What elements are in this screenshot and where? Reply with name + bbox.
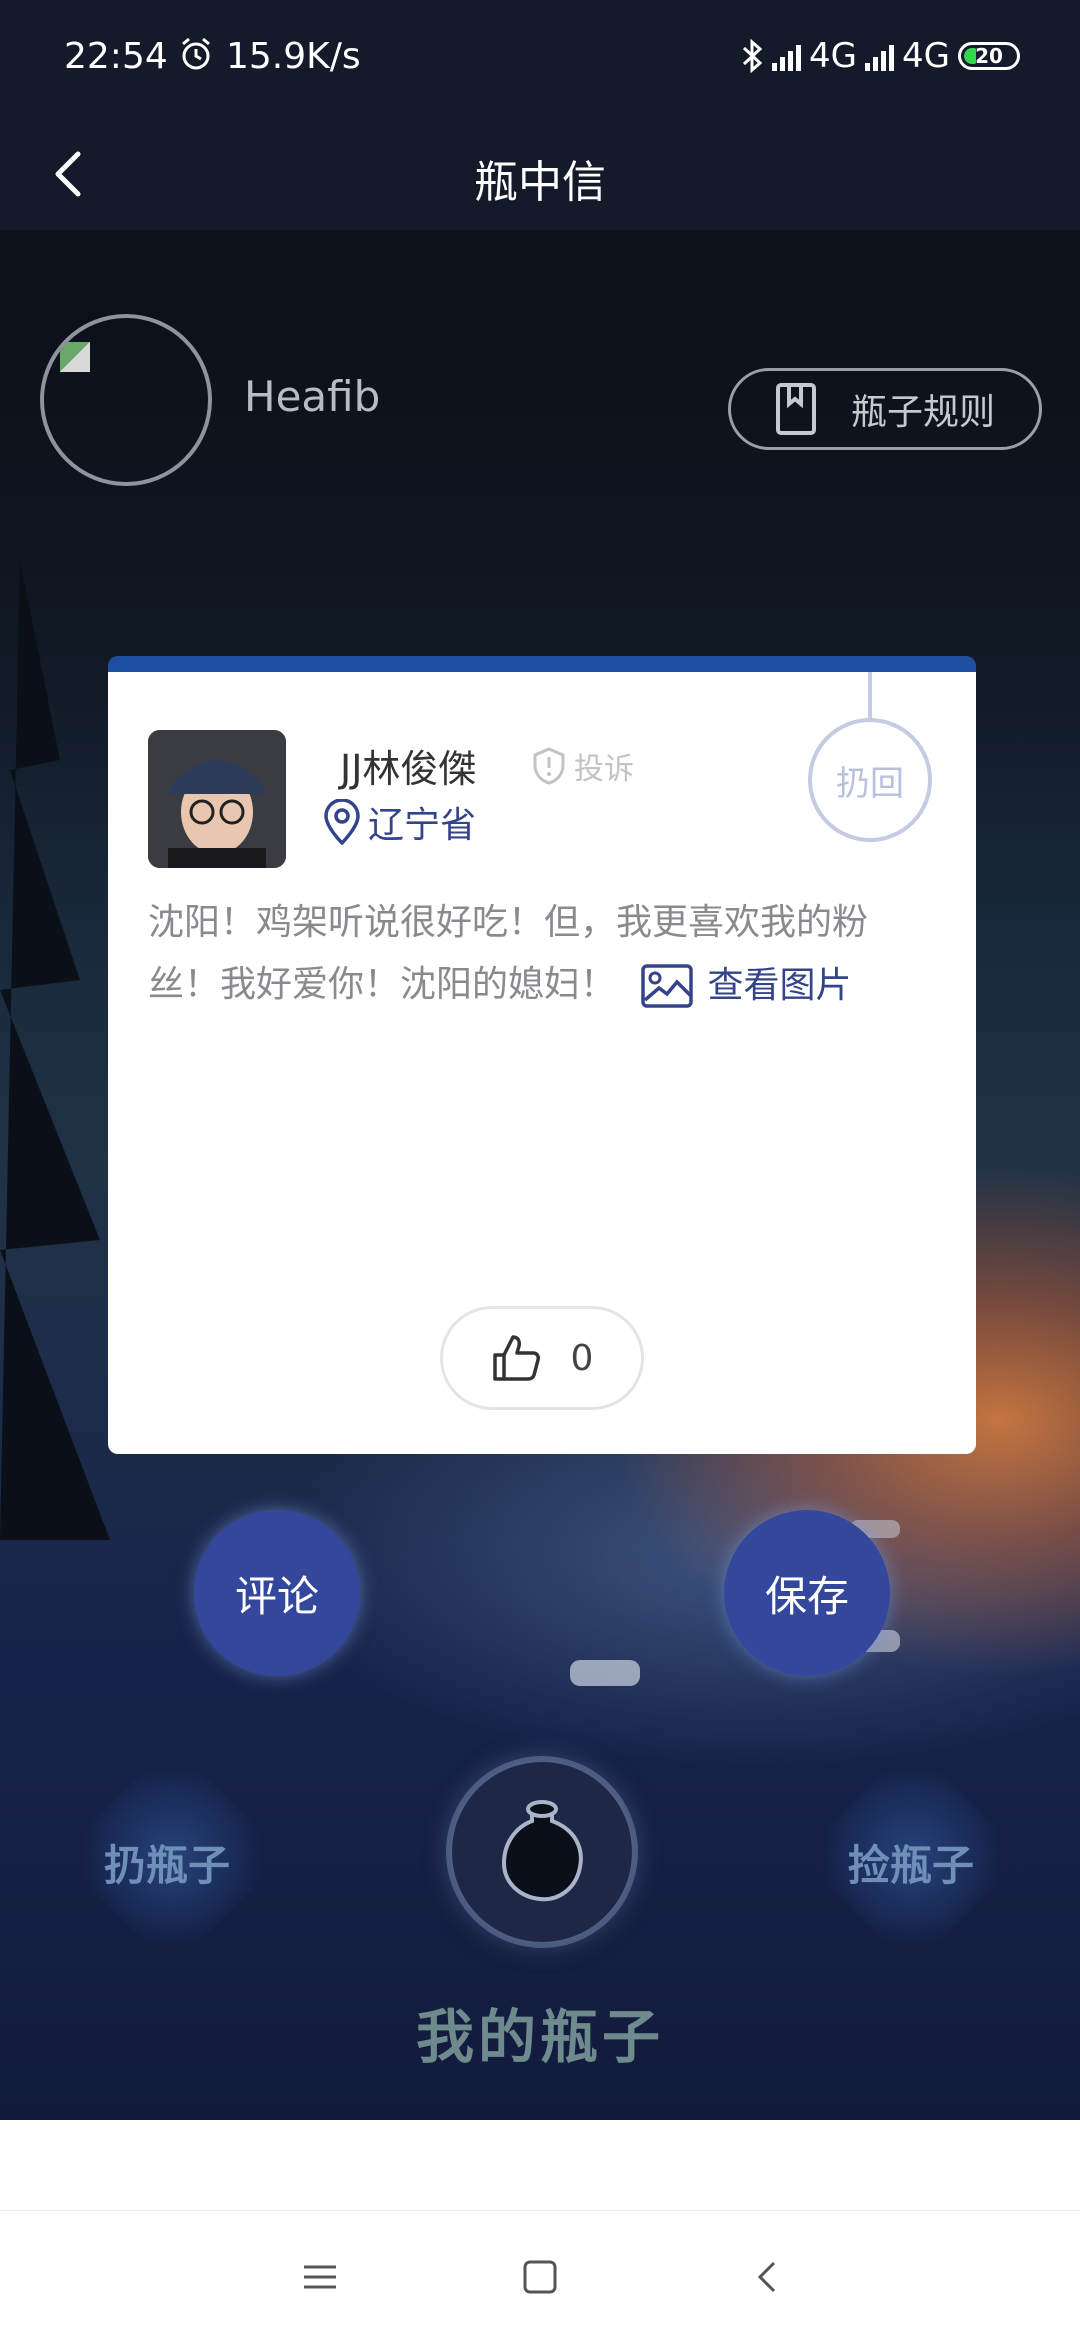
status-bar: 22:54 15.9K/s 4G 4G 20	[0, 0, 1080, 118]
comment-button[interactable]: 评论	[194, 1510, 360, 1676]
like-button[interactable]: 0	[440, 1306, 644, 1410]
bluetooth-icon	[743, 39, 763, 73]
location-label: 辽宁省	[368, 805, 477, 846]
alarm-icon	[182, 37, 210, 70]
location-pin-icon	[324, 799, 360, 845]
network-type-1: 4G	[809, 36, 858, 76]
system-nav-bar	[0, 2210, 1080, 2341]
shield-icon	[533, 747, 565, 785]
top-nav-bar: 瓶中信	[0, 118, 1080, 230]
throw-bottle-button[interactable]: 扔瓶子	[104, 1832, 230, 1893]
message-card: JJ林俊傑 投诉 辽宁省 扔回 沈阳！鸡架听说很好吃！但，我更喜欢我的粉丝！我好…	[108, 656, 976, 1454]
status-right-group: 4G 4G 20	[740, 36, 1020, 76]
menu-icon[interactable]	[298, 2255, 342, 2299]
report-label: 投诉	[574, 752, 634, 787]
person-photo-icon	[148, 730, 286, 868]
my-avatar[interactable]	[40, 314, 212, 486]
save-button[interactable]: 保存	[724, 1510, 890, 1676]
bottle-rules-label: 瓶子规则	[851, 392, 996, 433]
tree-silhouette	[0, 560, 110, 1540]
thumbs-up-icon	[492, 1335, 540, 1381]
signal-icon-2	[865, 41, 895, 71]
bottle-icon	[501, 1800, 583, 1902]
message-body: 沈阳！鸡架听说很好吃！但，我更喜欢我的粉丝！我好爱你！沈阳的媳妇！ 查看图片	[148, 892, 938, 1017]
my-bottles-label[interactable]: 我的瓶子	[0, 1990, 1080, 2074]
network-type-2: 4G	[902, 36, 950, 76]
signal-icon	[772, 41, 802, 71]
pick-bottle-button[interactable]: 捡瓶子	[848, 1832, 974, 1893]
view-image-label: 查看图片	[707, 965, 852, 1006]
recall-tag-string	[868, 672, 872, 722]
battery-level: 20	[975, 44, 1003, 68]
report-button[interactable]: 投诉	[532, 744, 634, 788]
page-title: 瓶中信	[474, 157, 606, 208]
my-bottles-button[interactable]	[452, 1762, 632, 1942]
like-count: 0	[570, 1337, 594, 1379]
battery-icon: 20	[958, 42, 1020, 70]
location-tag: 辽宁省	[322, 796, 476, 848]
my-username: Heafib	[244, 372, 381, 421]
back-triangle-icon[interactable]	[746, 2255, 790, 2299]
status-time: 22:54	[64, 36, 168, 77]
network-speed: 15.9K/s	[226, 36, 361, 77]
poster-avatar[interactable]	[148, 730, 286, 868]
home-square-icon[interactable]	[518, 2255, 562, 2299]
image-icon	[641, 964, 694, 1008]
poster-name: JJ林俊傑	[340, 747, 477, 791]
bottle-rules-button[interactable]: 瓶子规则	[728, 368, 1042, 450]
book-icon	[776, 383, 816, 435]
avatar-placeholder-icon	[60, 342, 90, 372]
throw-back-button[interactable]: 扔回	[808, 718, 932, 842]
view-image-link[interactable]: 查看图片	[641, 955, 851, 1017]
